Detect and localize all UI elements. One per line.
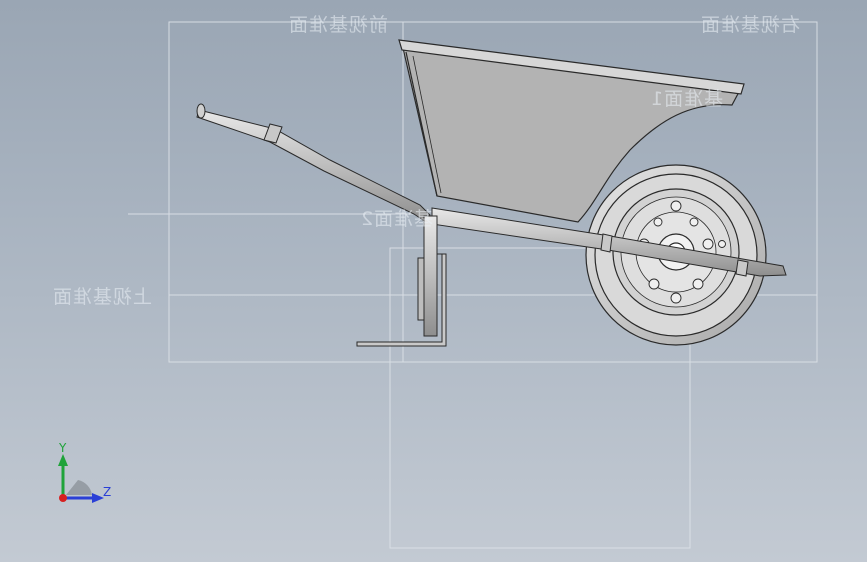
- top-plane-label[interactable]: 上视基准面: [52, 282, 152, 309]
- stand-leg[interactable]: [356, 215, 447, 347]
- y-arrowhead-icon: [58, 454, 68, 466]
- model-canvas[interactable]: [0, 0, 867, 562]
- right-plane-label[interactable]: 右视基准面: [700, 10, 800, 37]
- plane2-label[interactable]: 基准面2: [360, 204, 433, 231]
- plane1-label[interactable]: 基准面1: [650, 84, 723, 111]
- y-axis-label: Y: [59, 441, 67, 455]
- front-plane-label[interactable]: 前视基准面: [288, 10, 388, 37]
- origin-icon: [59, 494, 67, 502]
- orientation-triad: Y Z: [48, 440, 118, 510]
- z-axis-label: Z: [103, 485, 112, 499]
- graphics-viewport[interactable]: 前视基准面 右视基准面 上视基准面 基准面1 基准面2 Y Z: [0, 0, 867, 562]
- triad-plane-icon: [66, 480, 92, 495]
